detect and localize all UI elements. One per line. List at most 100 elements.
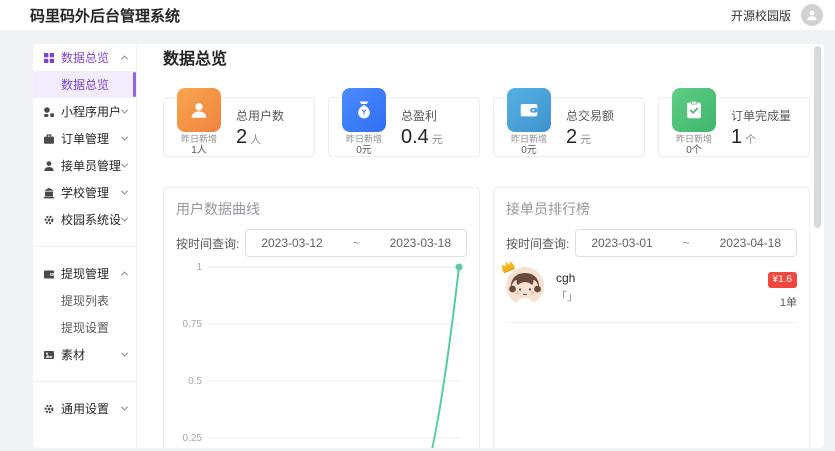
date-range-picker[interactable]: 2023-03-01 ~ 2023-04-18 bbox=[575, 229, 797, 257]
sidebar-item-label: 校园系统设置 bbox=[61, 213, 122, 227]
sidebar-item-material[interactable]: 素材 bbox=[33, 341, 136, 368]
page-title: 数据总览 bbox=[163, 51, 228, 68]
chevron-down-icon bbox=[120, 187, 129, 195]
y-tick-025: 0.25 bbox=[183, 433, 203, 444]
chevron-down-icon bbox=[120, 349, 129, 357]
stat-unit: 元 bbox=[431, 134, 443, 146]
sidebar-item-label: 素材 bbox=[61, 348, 86, 362]
stat-value: 2 bbox=[236, 126, 248, 148]
stat-label: 总用户数 bbox=[236, 109, 285, 123]
sidebar-item-miniapp-users[interactable]: 小程序用户 bbox=[33, 98, 136, 125]
sidebar-item-label: 通用设置 bbox=[61, 402, 110, 416]
sidebar-item-general-settings[interactable]: 通用设置 bbox=[33, 395, 136, 422]
panels-row: 用户数据曲线 按时间查询: 2023-03-12 ~ 2023-03-18 1 … bbox=[163, 187, 810, 448]
sidebar-subitem-withdraw-settings[interactable]: 提现设置 bbox=[33, 314, 136, 341]
sidebar-item-campus-settings[interactable]: 校园系统设置 bbox=[33, 206, 136, 233]
sidebar-item-label: 小程序用户 bbox=[61, 105, 122, 119]
stat-card-total-profit: 昨日新增 0元 总盈利 0.4 元 bbox=[328, 88, 480, 157]
sidebar-item-label: 提现管理 bbox=[61, 267, 110, 281]
stat-card-total-users: 昨日新增 1人 总用户数 2人 bbox=[163, 88, 315, 157]
ranking-list-item[interactable]: cgh 「」 ¥1.6 1单 bbox=[501, 261, 797, 323]
user-chart-panel: 用户数据曲线 按时间查询: 2023-03-12 ~ 2023-03-18 1 … bbox=[163, 187, 480, 448]
miniapp-users-icon bbox=[43, 106, 56, 118]
delta-value: 0元 bbox=[521, 145, 537, 156]
sidebar-item-order-takers[interactable]: 接单员管理 bbox=[33, 152, 136, 179]
line-chart: 1 0.75 0.5 0.25 bbox=[176, 260, 467, 448]
query-label: 按时间查询: bbox=[506, 236, 570, 251]
stat-unit: 个 bbox=[745, 134, 757, 146]
start-date[interactable]: 2023-03-01 bbox=[591, 236, 652, 250]
sidebar-item-data-overview[interactable]: 数据总览 bbox=[33, 44, 136, 71]
y-tick-075: 0.75 bbox=[183, 319, 203, 330]
sidebar-subitem-label: 提现列表 bbox=[61, 294, 110, 308]
sidebar-item-label: 学校管理 bbox=[61, 186, 110, 200]
withdraw-icon bbox=[43, 268, 56, 280]
sidebar-item-orders[interactable]: 订单管理 bbox=[33, 125, 136, 152]
general-settings-icon bbox=[43, 403, 56, 415]
sidebar-subitem-label: 提现设置 bbox=[61, 321, 110, 335]
sidebar-subitem-label: 数据总览 bbox=[61, 78, 110, 92]
rank-avatar bbox=[501, 261, 544, 305]
stat-value: 1 bbox=[731, 126, 743, 148]
delta-value: 1人 bbox=[191, 145, 207, 156]
sidebar-item-withdraw[interactable]: 提现管理 bbox=[33, 260, 136, 287]
start-date[interactable]: 2023-03-12 bbox=[261, 236, 322, 250]
delta-label: 昨日新增 bbox=[675, 134, 712, 144]
chevron-up-icon bbox=[120, 55, 129, 63]
stat-card-orders-done: 昨日新增 0个 订单完成量 1个 bbox=[658, 88, 810, 157]
chevron-down-icon bbox=[120, 160, 129, 168]
dashboard-icon bbox=[43, 52, 56, 64]
girl-avatar-image bbox=[506, 267, 544, 305]
sidebar-item-label: 订单管理 bbox=[61, 132, 110, 146]
top-header: 码里码外后台管理系统 开源校园版 bbox=[0, 0, 835, 30]
end-date[interactable]: 2023-03-18 bbox=[390, 236, 451, 250]
order-count: 1单 bbox=[779, 297, 797, 309]
material-icon bbox=[43, 349, 56, 361]
stat-unit: 人 bbox=[250, 134, 262, 146]
delta-label: 昨日新增 bbox=[180, 134, 217, 144]
chart-gridlines: 1 0.75 0.5 0.25 bbox=[183, 262, 461, 444]
delta-value: 0个 bbox=[686, 145, 702, 156]
stat-label: 总交易额 bbox=[566, 109, 615, 123]
user-avatar[interactable] bbox=[801, 4, 823, 26]
sidebar-item-label: 接单员管理 bbox=[61, 159, 122, 173]
user-icon bbox=[807, 10, 817, 21]
stat-label: 总盈利 bbox=[401, 109, 438, 123]
y-tick-05: 0.5 bbox=[188, 376, 202, 387]
sidebar-subitem-data-overview[interactable]: 数据总览 bbox=[33, 71, 136, 98]
school-icon bbox=[43, 187, 56, 199]
rank-name: cgh bbox=[556, 271, 576, 285]
chevron-down-icon bbox=[120, 214, 129, 222]
stat-value: 2 bbox=[566, 126, 578, 148]
delta-value: 0元 bbox=[356, 145, 372, 156]
chevron-down-icon bbox=[120, 106, 129, 114]
orders-done-icon bbox=[672, 88, 716, 132]
chevron-down-icon bbox=[120, 403, 129, 411]
chart-endpoint-dot bbox=[455, 263, 463, 271]
sidebar-item-label: 数据总览 bbox=[61, 51, 110, 65]
main-container: 数据总览 数据总览 小程序用户 订单管理 接单员管理 学校管理 校园系统设 提现… bbox=[33, 44, 824, 448]
end-date[interactable]: 2023-04-18 bbox=[720, 236, 781, 250]
orders-icon bbox=[43, 133, 56, 145]
panel-title: 用户数据曲线 bbox=[176, 201, 260, 217]
sidebar-divider bbox=[33, 381, 136, 382]
edition-label: 开源校园版 bbox=[730, 8, 791, 23]
campus-settings-icon bbox=[43, 214, 56, 226]
stat-label: 订单完成量 bbox=[731, 109, 792, 123]
app-title: 码里码外后台管理系统 bbox=[30, 7, 181, 25]
rank-note: 「」 bbox=[556, 291, 578, 303]
sidebar-item-schools[interactable]: 学校管理 bbox=[33, 179, 136, 206]
chart-line bbox=[431, 266, 460, 448]
sidebar-subitem-withdraw-list[interactable]: 提现列表 bbox=[33, 287, 136, 314]
date-range-picker[interactable]: 2023-03-12 ~ 2023-03-18 bbox=[245, 229, 467, 257]
chevron-down-icon bbox=[120, 133, 129, 141]
amount-badge: ¥1.6 bbox=[767, 272, 797, 288]
chevron-up-icon bbox=[120, 271, 129, 279]
ranking-panel: 接单员排行榜 按时间查询: 2023-03-01 ~ 2023-04-18 cg… bbox=[493, 187, 810, 448]
stat-card-total-transactions: 昨日新增 0元 总交易额 2元 bbox=[493, 88, 645, 157]
transactions-wallet-icon bbox=[507, 88, 551, 132]
query-label: 按时间查询: bbox=[176, 236, 240, 251]
y-tick-1: 1 bbox=[196, 262, 202, 273]
scrollbar-thumb[interactable] bbox=[814, 46, 821, 228]
date-range-separator: ~ bbox=[682, 236, 690, 250]
